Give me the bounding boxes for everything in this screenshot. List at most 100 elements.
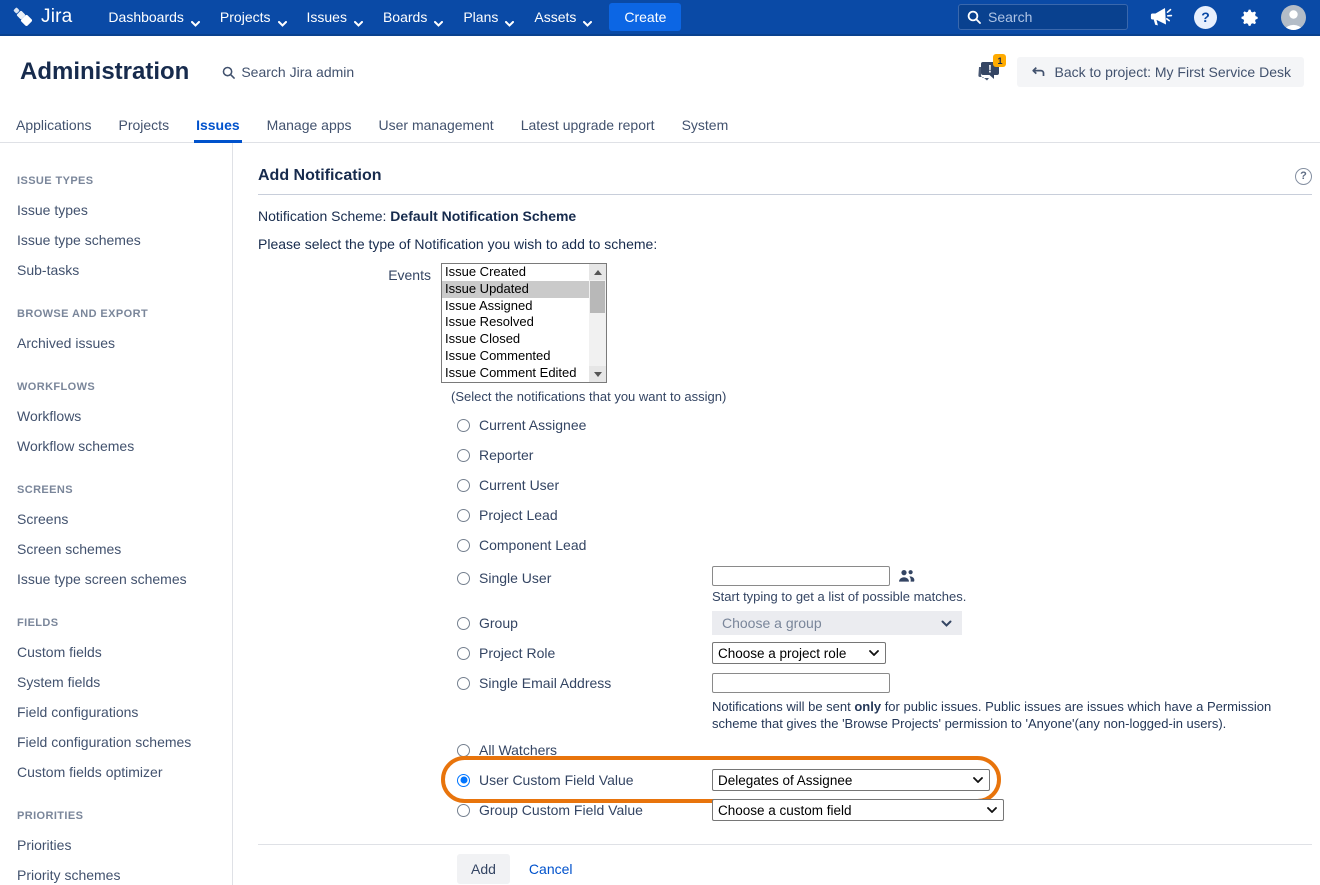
scroll-up-icon[interactable] <box>589 264 606 280</box>
global-search-input[interactable] <box>988 9 1098 25</box>
choice-label[interactable]: Group Custom Field Value <box>479 802 643 818</box>
back-arrow-icon <box>1030 66 1045 78</box>
nav-boards[interactable]: Boards <box>373 0 453 34</box>
jira-logo[interactable]: Jira <box>12 6 72 28</box>
user-picker-icon[interactable] <box>898 569 915 583</box>
events-options: Issue Created Issue Updated Issue Assign… <box>442 264 589 382</box>
sidebar-item-issue-type-screen-schemes[interactable]: Issue type screen schemes <box>17 564 232 594</box>
choice-label[interactable]: Single Email Address <box>479 675 611 691</box>
choice-label[interactable]: All Watchers <box>479 742 557 758</box>
radio-project-role[interactable] <box>457 647 470 660</box>
sidebar-item-priorities[interactable]: Priorities <box>17 830 232 860</box>
group-custom-field-select[interactable]: Choose a custom field <box>712 799 1004 821</box>
sidebar-item-sub-tasks[interactable]: Sub-tasks <box>17 255 232 285</box>
event-option[interactable]: Issue Resolved <box>442 314 589 331</box>
admin-header-right: ! 1 Back to project: My First Service De… <box>976 57 1304 87</box>
choice-label[interactable]: Component Lead <box>479 537 586 553</box>
content-area: ISSUE TYPES Issue types Issue type schem… <box>0 143 1320 885</box>
choice-row-single-email: Single Email Address <box>258 668 1312 698</box>
announcements-icon[interactable] <box>1149 6 1173 28</box>
tab-user-management[interactable]: User management <box>379 108 494 142</box>
radio-project-lead[interactable] <box>457 509 470 522</box>
choice-label[interactable]: Project Role <box>479 645 555 661</box>
cancel-link[interactable]: Cancel <box>529 861 573 877</box>
sidebar-section-title: ISSUE TYPES <box>17 169 232 195</box>
radio-reporter[interactable] <box>457 449 470 462</box>
radio-component-lead[interactable] <box>457 539 470 552</box>
user-avatar[interactable] <box>1281 5 1306 30</box>
sidebar-item-workflows[interactable]: Workflows <box>17 401 232 431</box>
tab-system[interactable]: System <box>682 108 729 142</box>
event-option[interactable]: Issue Assigned <box>442 298 589 315</box>
choice-row-current-assignee: Current Assignee <box>258 410 1312 440</box>
choice-label[interactable]: Single User <box>479 570 551 586</box>
nav-plans[interactable]: Plans <box>453 0 524 34</box>
admin-search[interactable]: Search Jira admin <box>222 64 354 80</box>
radio-current-assignee[interactable] <box>457 419 470 432</box>
tab-applications[interactable]: Applications <box>16 108 92 142</box>
nav-dashboards-label: Dashboards <box>108 9 184 25</box>
radio-single-user[interactable] <box>457 572 470 585</box>
panel-help-icon[interactable]: ? <box>1295 168 1312 185</box>
sidebar-item-workflow-schemes[interactable]: Workflow schemes <box>17 431 232 461</box>
project-role-select[interactable]: Choose a project role <box>712 642 886 664</box>
tab-latest-upgrade-report[interactable]: Latest upgrade report <box>521 108 655 142</box>
sidebar-item-issue-type-schemes[interactable]: Issue type schemes <box>17 225 232 255</box>
sidebar-item-system-fields[interactable]: System fields <box>17 667 232 697</box>
radio-group-custom-field[interactable] <box>457 804 470 817</box>
radio-user-custom-field[interactable] <box>457 774 470 787</box>
listbox-scrollbar[interactable] <box>589 264 606 382</box>
scheme-line: Notification Scheme: Default Notificatio… <box>258 208 1312 224</box>
events-listbox[interactable]: Issue Created Issue Updated Issue Assign… <box>441 263 607 383</box>
radio-all-watchers[interactable] <box>457 744 470 757</box>
choice-label[interactable]: Current User <box>479 477 559 493</box>
choice-label[interactable]: Project Lead <box>479 507 558 523</box>
help-icon[interactable]: ? <box>1194 6 1217 29</box>
settings-gear-icon[interactable] <box>1238 6 1260 28</box>
create-button[interactable]: Create <box>609 3 681 31</box>
email-note-part1: Notifications will be sent <box>712 699 854 714</box>
group-select[interactable]: Choose a group <box>712 611 962 635</box>
choice-label[interactable]: Reporter <box>479 447 533 463</box>
sidebar-item-field-configuration-schemes[interactable]: Field configuration schemes <box>17 727 232 757</box>
nav-projects[interactable]: Projects <box>210 0 297 34</box>
sidebar-item-custom-fields[interactable]: Custom fields <box>17 637 232 667</box>
tab-manage-apps[interactable]: Manage apps <box>267 108 352 142</box>
event-option-selected[interactable]: Issue Updated <box>442 281 589 298</box>
global-search[interactable] <box>958 4 1128 30</box>
scrollbar-thumb[interactable] <box>590 281 605 313</box>
feedback-bubble-icon[interactable]: ! 1 <box>976 58 1004 86</box>
user-custom-field-select[interactable]: Delegates of Assignee <box>712 769 990 791</box>
event-option[interactable]: Issue Closed <box>442 331 589 348</box>
choice-row-single-user: Single User Start typing to get a list o… <box>258 566 1312 604</box>
sidebar-item-priority-schemes[interactable]: Priority schemes <box>17 860 232 885</box>
sidebar-item-archived-issues[interactable]: Archived issues <box>17 328 232 358</box>
nav-dashboards[interactable]: Dashboards <box>98 0 210 34</box>
choice-label[interactable]: User Custom Field Value <box>479 772 634 788</box>
nav-assets[interactable]: Assets <box>524 0 602 34</box>
sidebar-item-issue-types[interactable]: Issue types <box>17 195 232 225</box>
event-option[interactable]: Issue Created <box>442 264 589 281</box>
tab-issues[interactable]: Issues <box>196 108 240 142</box>
nav-issues[interactable]: Issues <box>297 0 373 34</box>
choice-row-component-lead: Component Lead <box>258 530 1312 560</box>
sidebar-item-screen-schemes[interactable]: Screen schemes <box>17 534 232 564</box>
sidebar-item-screens[interactable]: Screens <box>17 504 232 534</box>
sidebar-item-custom-fields-optimizer[interactable]: Custom fields optimizer <box>17 757 232 787</box>
back-to-project-button[interactable]: Back to project: My First Service Desk <box>1017 57 1304 87</box>
radio-current-user[interactable] <box>457 479 470 492</box>
events-label: Events <box>258 263 441 383</box>
single-user-input[interactable] <box>712 566 890 586</box>
sidebar: ISSUE TYPES Issue types Issue type schem… <box>0 143 233 885</box>
tab-projects[interactable]: Projects <box>119 108 170 142</box>
single-email-input[interactable] <box>712 673 890 693</box>
choice-label[interactable]: Current Assignee <box>479 417 586 433</box>
scroll-down-icon[interactable] <box>589 366 606 382</box>
choice-label[interactable]: Group <box>479 615 518 631</box>
radio-group[interactable] <box>457 617 470 630</box>
radio-single-email[interactable] <box>457 677 470 690</box>
event-option[interactable]: Issue Commented <box>442 348 589 365</box>
event-option[interactable]: Issue Comment Edited <box>442 365 589 382</box>
add-button[interactable]: Add <box>457 854 510 884</box>
sidebar-item-field-configurations[interactable]: Field configurations <box>17 697 232 727</box>
